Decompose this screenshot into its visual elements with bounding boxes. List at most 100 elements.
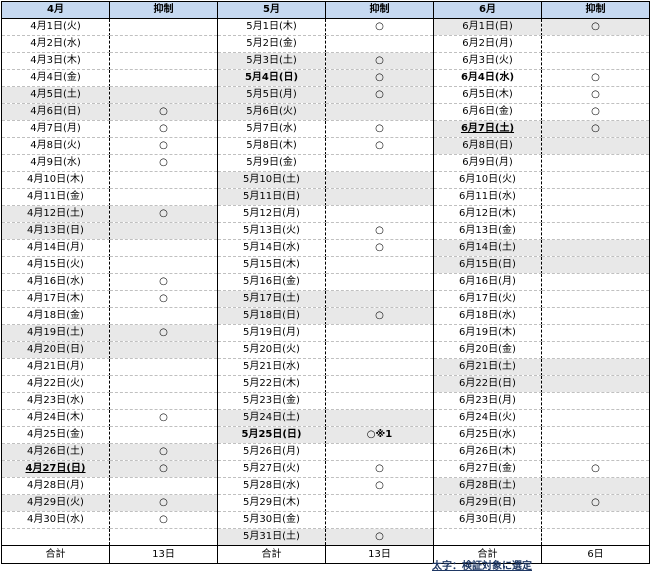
date-text: 4月18日(金) [27,310,84,321]
date-cell: 6月14日(土) [433,239,542,257]
table-row: 4月16日(水) ○ 5月16日(金) 6月16日(月) [1,273,650,291]
total-row: 合計 13日 合計 13日 合計 6日 [1,545,650,564]
date-cell: 5月5日(月) [217,86,326,104]
suppression-cell: ○ [109,494,218,512]
date-text: 6月13日(金) [459,225,516,236]
date-text: 6月29日(日) [459,497,516,508]
suppression-cell [325,35,434,53]
date-cell: 6月27日(金) [433,460,542,478]
date-cell: 5月10日(土) [217,171,326,189]
suppression-cell [541,222,650,240]
suppression-cell [541,409,650,427]
table-row: 4月11日(金) 5月11日(日) 6月11日(水) [1,188,650,206]
date-cell: 5月8日(木) [217,137,326,155]
date-cell: 4月10日(木) [1,171,110,189]
date-text: 6月9日(月) [462,157,513,168]
suppression-cell: ○ [325,86,434,104]
suppression-cell [541,154,650,172]
table-row: 4月10日(木) 5月10日(土) 6月10日(火) [1,171,650,189]
suppression-cell: ○ [109,460,218,478]
date-text: 5月2日(金) [246,38,297,49]
date-text: 6月17日(火) [459,293,516,304]
date-cell: 4月2日(水) [1,35,110,53]
date-text: 5月20日(火) [243,344,300,355]
date-text: 4月26日(土) [27,446,84,457]
date-text: 4月8日(火) [30,140,81,151]
date-cell: 4月20日(日) [1,341,110,359]
date-text: 4月3日(木) [30,55,81,66]
suppression-cell: ○※1 [325,426,434,444]
date-cell: 6月15日(日) [433,256,542,274]
date-cell: 5月12日(月) [217,205,326,223]
suppression-cell [541,35,650,53]
suppression-cell: ○ [109,154,218,172]
date-text: 5月10日(土) [243,174,300,185]
header-may: 5月 [217,1,326,19]
date-text: 5月23日(金) [243,395,300,406]
suppression-cell [109,477,218,495]
suppression-cell [109,171,218,189]
suppression-cell [109,188,218,206]
date-cell: 4月22日(火) [1,375,110,393]
date-text: 4月16日(水) [27,276,84,287]
date-text: 6月14日(土) [459,242,516,253]
suppression-cell: ○ [325,69,434,87]
suppression-cell: ○ [541,494,650,512]
suppression-cell [325,205,434,223]
date-text: 6月10日(火) [459,174,516,185]
date-cell: 6月19日(木) [433,324,542,342]
suppression-cell [109,86,218,104]
suppression-cell [325,409,434,427]
suppression-cell: ○ [109,324,218,342]
date-text: 4月21日(月) [27,361,84,372]
table-row: 4月27日(日) ○ 5月27日(火) ○ 6月27日(金) ○ [1,460,650,478]
header-june: 6月 [433,1,542,19]
suppression-cell [325,171,434,189]
suppression-cell: ○ [109,205,218,223]
date-text: 6月22日(日) [459,378,516,389]
suppression-cell [325,341,434,359]
suppression-cell [541,307,650,325]
suppression-cell: ○ [109,273,218,291]
suppression-cell [325,443,434,461]
suppression-cell [109,69,218,87]
date-text: 5月16日(金) [243,276,300,287]
date-cell: 6月28日(土) [433,477,542,495]
date-cell: 5月1日(木) [217,18,326,36]
date-cell: 6月20日(金) [433,341,542,359]
suppression-cell [325,188,434,206]
date-text: 4月11日(金) [27,191,84,202]
suppression-cell: ○ [109,443,218,461]
date-cell: 6月23日(月) [433,392,542,410]
suppression-cell [109,528,218,546]
date-cell: 6月11日(水) [433,188,542,206]
date-text: 5月31日(土) [243,531,300,542]
date-text: 5月9日(金) [246,157,297,168]
date-cell: 5月19日(月) [217,324,326,342]
date-cell: 4月8日(火) [1,137,110,155]
table-row: 4月25日(金) 5月25日(日) ○※1 6月25日(水) [1,426,650,444]
date-text: 5月11日(日) [243,191,300,202]
date-text: 6月7日(土) [460,123,515,134]
suppression-cell [109,222,218,240]
legend-note: 太字：検証対象に選定 [432,561,532,572]
suppression-cell: ○ [541,460,650,478]
table-row: 4月19日(土) ○ 5月19日(月) 6月19日(木) [1,324,650,342]
date-cell: 4月5日(土) [1,86,110,104]
total-june: 6日 [541,545,650,564]
total-may: 13日 [325,545,434,564]
date-text: 6月12日(木) [459,208,516,219]
date-cell: 6月4日(水) [433,69,542,87]
calendar-table: 4月 抑制 5月 抑制 6月 抑制 4月1日(火) 5月1日(木) ○ 6月1日(日)… [1,1,650,564]
suppression-cell: ○ [325,52,434,70]
date-cell: 6月22日(日) [433,375,542,393]
date-text: 5月3日(土) [246,55,297,66]
suppression-cell [541,256,650,274]
date-cell: 4月13日(日) [1,222,110,240]
table-row: 4月20日(日) 5月20日(火) 6月20日(金) [1,341,650,359]
suppression-cell [325,324,434,342]
suppression-cell: ○ [325,307,434,325]
suppression-cell [541,477,650,495]
suppression-cell [109,426,218,444]
suppression-cell [541,239,650,257]
